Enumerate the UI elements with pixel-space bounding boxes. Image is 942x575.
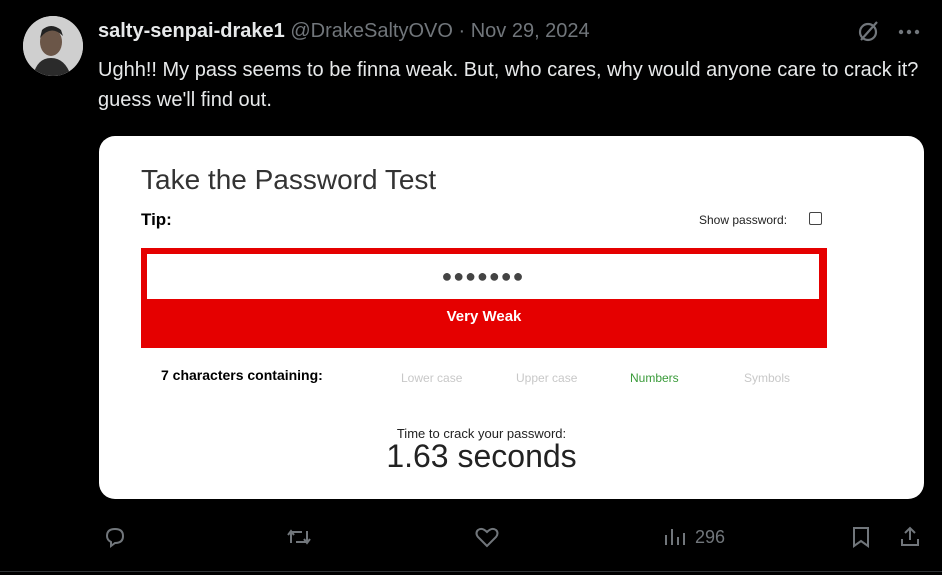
share-icon [898,525,922,549]
show-password-checkbox[interactable] [809,212,822,225]
heart-icon [474,525,500,549]
criterion-symbols: Symbols [744,371,791,385]
repost-button[interactable] [285,522,313,552]
password-input[interactable]: ●●●●●●● [147,254,819,299]
divider [0,571,942,572]
grok-icon[interactable] [856,18,882,44]
more-options-icon[interactable] [896,20,922,44]
like-button[interactable] [474,522,500,552]
separator: · [458,20,466,42]
avatar[interactable] [23,16,83,76]
criterion-numbers: Numbers [630,371,679,385]
repost-icon [285,525,313,549]
password-test-card[interactable]: Take the Password Test Tip: Show passwor… [99,136,924,499]
views-button[interactable]: 296 [663,522,725,552]
author-name[interactable]: salty-senpai-drake1 [98,20,285,42]
tweet-actions: 296 [0,522,942,552]
bookmark-icon [850,525,872,549]
crack-time-value: 1.63 seconds [386,438,577,474]
show-password-label: Show password: [699,213,788,227]
card-title: Take the Password Test [141,164,437,195]
reply-icon [103,525,127,549]
views-count: 296 [695,526,726,547]
reply-button[interactable] [103,522,127,552]
tweet-text: Ughh!! My pass seems to be finna weak. B… [98,59,919,111]
strength-label: Very Weak [446,308,522,325]
characters-label: 7 characters containing: [161,367,323,383]
bookmark-button[interactable] [850,522,872,552]
tweet-header: salty-senpai-drake1 @DrakeSaltyOVO · Nov… [98,20,590,43]
criterion-lower-case: Lower case [401,371,463,385]
tweet-date[interactable]: Nov 29, 2024 [471,20,590,42]
bar-chart-icon [663,525,687,549]
share-button[interactable] [898,522,922,552]
password-strength-box: ●●●●●●● Very Weak [141,248,827,348]
criterion-upper-case: Upper case [516,371,578,385]
author-handle[interactable]: @DrakeSaltyOVO [290,20,453,42]
tip-label: Tip: [141,210,172,229]
